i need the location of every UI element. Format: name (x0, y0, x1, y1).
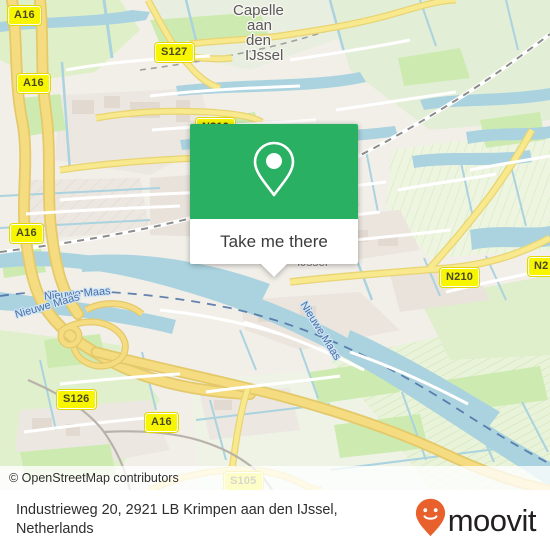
address-line-1: Industrieweg 20, 2921 LB Krimpen aan den… (16, 502, 338, 518)
road-shield-a16: A16 (10, 224, 43, 243)
road-shield-a16: A16 (17, 74, 50, 93)
address-line-2: Netherlands (16, 521, 94, 537)
moovit-pin-smiley-icon (415, 498, 446, 542)
road-shield-s127: S127 (155, 43, 194, 62)
road-shield-a16: A16 (145, 413, 178, 432)
map-viewport[interactable]: Capelle aan den IJssel IJssel Nieuwe Maa… (0, 0, 550, 490)
location-popup-card[interactable]: Take me there (190, 124, 358, 277)
popup-pointer-tail (260, 263, 288, 277)
road-shield-a16: A16 (8, 6, 41, 25)
address-text: Industrieweg 20, 2921 LB Krimpen aan den… (16, 501, 338, 539)
place-label-ijssel: IJssel (245, 47, 284, 64)
footer-bar: Industrieweg 20, 2921 LB Krimpen aan den… (0, 490, 550, 550)
road-shield-n210: N210 (440, 268, 480, 287)
moovit-brand[interactable]: moovit (415, 498, 537, 542)
road-shield-n210-edge: N2 (528, 257, 550, 276)
take-me-there-label: Take me there (220, 231, 328, 251)
moovit-map-screenshot: Capelle aan den IJssel IJssel Nieuwe Maa… (0, 0, 550, 550)
map-pin-icon (251, 140, 297, 203)
osm-attribution-text[interactable]: © OpenStreetMap contributors (0, 471, 179, 485)
popup-header (190, 124, 358, 219)
map-attribution-bar: © OpenStreetMap contributors (0, 466, 550, 490)
road-shield-s126: S126 (57, 390, 96, 409)
popup-footer[interactable]: Take me there (190, 219, 358, 264)
moovit-wordmark: moovit (447, 502, 537, 538)
